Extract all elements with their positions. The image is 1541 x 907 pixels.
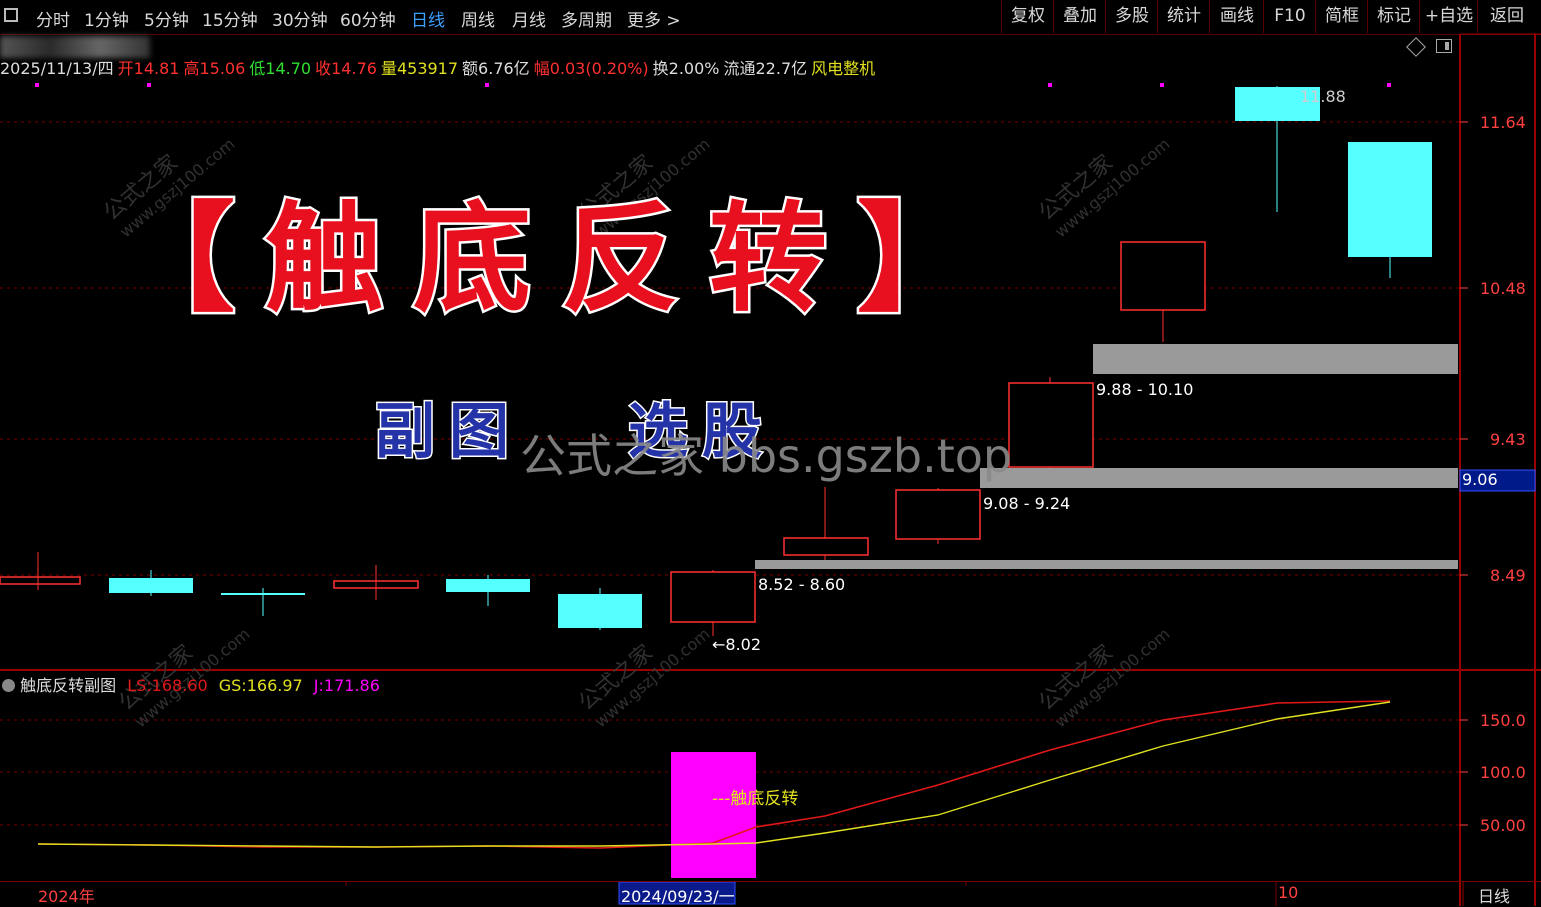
indicator-axis-label: 50.00 bbox=[1480, 816, 1526, 835]
high-marker: 11.88 bbox=[1300, 87, 1346, 106]
candle-down bbox=[558, 594, 642, 628]
candle-up bbox=[895, 489, 981, 540]
marker-dot bbox=[35, 83, 39, 87]
gap-zone-3 bbox=[1093, 344, 1458, 374]
marker-dot bbox=[485, 83, 489, 87]
zone-label: 9.88 - 10.10 bbox=[1096, 380, 1194, 399]
indicator-close-icon[interactable] bbox=[2, 679, 15, 692]
price-axis-label: 10.48 bbox=[1480, 279, 1526, 298]
low-marker: ←8.02 bbox=[712, 635, 762, 654]
candle-down bbox=[109, 578, 193, 593]
marker-dot bbox=[147, 83, 151, 87]
ls-label: LS: bbox=[127, 676, 152, 695]
zone-label: 9.08 - 9.24 bbox=[983, 494, 1071, 513]
gap-zone-2 bbox=[980, 468, 1458, 488]
candle-up bbox=[1008, 382, 1094, 468]
gs-label: GS: bbox=[218, 676, 247, 695]
j-value: 171.86 bbox=[323, 676, 380, 695]
gs-value: 166.97 bbox=[246, 676, 303, 695]
indicator-axis-label: 150.0 bbox=[1480, 711, 1526, 730]
promo-banner: 【触底反转】 bbox=[114, 175, 1005, 331]
indicator-name[interactable]: 触底反转副图 bbox=[20, 676, 116, 695]
price-axis-label: 9.43 bbox=[1490, 430, 1526, 449]
indicator-legend: 触底反转副图 LS:168.60 GS:166.97 J:171.86 bbox=[0, 672, 380, 696]
date-label: 2024年 bbox=[38, 887, 95, 906]
date-axis bbox=[0, 881, 1541, 907]
candle-down bbox=[446, 579, 530, 592]
marker-dot bbox=[1387, 83, 1391, 87]
ls-value: 168.60 bbox=[151, 676, 208, 695]
indicator-axis-label: 100.0 bbox=[1480, 763, 1526, 782]
signal-label: ---触底反转 bbox=[712, 789, 799, 809]
price-axis-label: 11.64 bbox=[1480, 113, 1526, 132]
site-watermark-text: 公式之家 bbs.gszb.top bbox=[520, 429, 1013, 483]
marker-dot bbox=[1160, 83, 1164, 87]
date-label: 10 bbox=[1278, 883, 1299, 902]
candle-up bbox=[0, 576, 81, 585]
gap-zone-1 bbox=[755, 560, 1458, 569]
signal-bar bbox=[671, 752, 756, 878]
price-axis-label: 8.49 bbox=[1490, 566, 1526, 585]
banner-sub-left: 副图 bbox=[374, 396, 523, 469]
selected-date-label: 2024/09/23/一 bbox=[621, 887, 735, 906]
candle-up bbox=[1120, 241, 1206, 311]
candle-doji bbox=[221, 593, 305, 595]
zone-label: 8.52 - 8.60 bbox=[758, 575, 846, 594]
banner-title: 【触底反转】 bbox=[114, 187, 1006, 331]
marker-dot bbox=[1048, 83, 1052, 87]
j-label: J: bbox=[313, 676, 324, 695]
candle-up bbox=[783, 537, 869, 556]
period-label[interactable]: 日线 bbox=[1478, 883, 1510, 907]
candle-down bbox=[1348, 142, 1432, 257]
current-price-label: 9.06 bbox=[1462, 470, 1498, 489]
